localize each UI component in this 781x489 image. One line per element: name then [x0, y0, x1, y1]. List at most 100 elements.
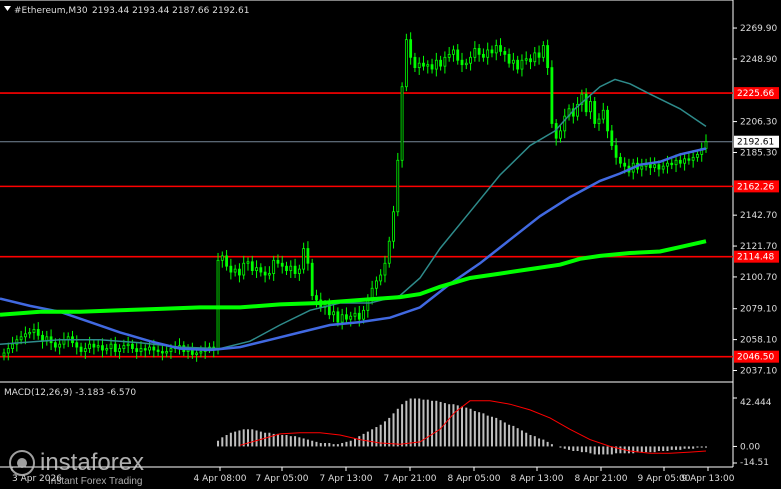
level-price-label: 2046.50	[737, 353, 774, 363]
candle-body	[101, 345, 104, 351]
macd-bar	[503, 422, 506, 447]
macd-bar	[246, 429, 249, 447]
macd-tick-label: -14.51	[740, 458, 769, 468]
candle-body	[409, 39, 413, 58]
candle-body	[238, 268, 241, 276]
macd-bar	[645, 446, 648, 453]
macd-bar	[392, 413, 395, 447]
macd-bar	[294, 436, 297, 447]
macd-bar	[448, 404, 451, 447]
price-chart[interactable]: 2225.66 2162.26 2114.48 2046.50 2192.61 2269…	[0, 0, 781, 489]
candle-body	[477, 48, 481, 55]
candle-body	[520, 59, 524, 70]
candle-body	[255, 267, 258, 272]
candle-body	[541, 45, 545, 58]
candle-body	[610, 130, 614, 146]
macd-bar	[486, 415, 489, 447]
macd-bar	[512, 425, 515, 447]
macd-bar	[281, 435, 284, 447]
macd-tick-label: 0.00	[740, 442, 760, 452]
candle-body	[490, 49, 494, 54]
candle-body	[280, 262, 284, 267]
macd-bar	[602, 446, 605, 455]
candle-body	[430, 64, 434, 70]
macd-signal-line	[239, 400, 707, 454]
candle-body	[118, 348, 121, 352]
candle-body	[434, 59, 438, 70]
macd-bar	[418, 398, 421, 447]
candle-body	[19, 336, 23, 341]
candle-body	[456, 49, 460, 61]
candle-body	[400, 86, 404, 161]
macd-bar	[606, 446, 609, 455]
candle-body	[507, 53, 511, 64]
candle-body	[336, 311, 340, 323]
candle-body	[529, 58, 532, 63]
candle-body	[597, 118, 601, 124]
candle-body	[670, 162, 674, 166]
candle-body	[105, 348, 109, 351]
macd-bar	[375, 427, 378, 447]
symbol-label: #Ethereum,M30	[14, 6, 88, 16]
candle-body	[225, 255, 228, 267]
candle-body	[606, 109, 609, 132]
macd-bar	[341, 443, 344, 447]
candle-body	[165, 351, 169, 354]
candle-body	[186, 349, 190, 352]
candle-body	[88, 343, 92, 349]
macd-bar	[542, 439, 545, 447]
candle-body	[109, 343, 113, 349]
macd-bar	[619, 446, 622, 454]
candle-body	[195, 352, 199, 355]
macd-bar	[268, 432, 271, 447]
candle-body	[375, 280, 378, 289]
price-tick-label: 2079.10	[740, 305, 777, 315]
candle-body	[58, 343, 62, 348]
candle-body	[92, 343, 96, 348]
candle-body	[674, 159, 678, 166]
candle-body	[589, 101, 592, 113]
macd-bar	[705, 446, 707, 448]
macd-bar	[687, 446, 690, 449]
macd-bar	[396, 408, 399, 447]
time-tick-label: 9 Apr 13:00	[682, 474, 735, 484]
candle-body	[24, 333, 27, 338]
macd-bar	[563, 446, 566, 449]
macd-bar	[366, 431, 369, 447]
candle-body	[464, 62, 468, 66]
candle-body	[122, 345, 126, 349]
candle-body	[696, 153, 699, 158]
candle-body	[366, 299, 370, 311]
candle-body	[452, 49, 455, 55]
candle-body	[28, 331, 32, 335]
candle-body	[379, 274, 383, 282]
chart-window[interactable]: 2225.66 2162.26 2114.48 2046.50 2192.61 2269…	[0, 0, 781, 489]
time-tick-label: 7 Apr 21:00	[384, 474, 437, 484]
macd-bar	[482, 413, 485, 447]
macd-bar	[559, 446, 562, 448]
macd-bar	[529, 435, 532, 447]
time-tick-label: 8 Apr 05:00	[448, 474, 501, 484]
logo-brand: instaforex	[40, 449, 144, 476]
candle-body	[2, 352, 6, 357]
macd-bar	[345, 441, 348, 447]
macd-bar	[311, 440, 314, 447]
candle-body	[618, 156, 622, 164]
macd-bar	[221, 437, 224, 447]
symbol-menu-icon[interactable]	[4, 6, 11, 11]
current-price-label: 2192.61	[737, 138, 774, 148]
logo-tagline: Instant Forex Trading	[48, 476, 143, 487]
macd-bar	[349, 440, 352, 447]
macd-bar	[289, 436, 292, 447]
macd-bar	[238, 430, 241, 447]
candle-body	[233, 268, 237, 273]
price-tick-label: 2100.70	[740, 273, 777, 283]
macd-bar	[255, 430, 258, 447]
macd-bar	[217, 440, 220, 447]
candle-body	[383, 262, 387, 276]
macd-bar	[546, 441, 549, 447]
macd-bar	[640, 446, 643, 453]
candle-body	[413, 56, 417, 69]
macd-bar	[499, 420, 502, 447]
candle-body	[306, 248, 310, 264]
